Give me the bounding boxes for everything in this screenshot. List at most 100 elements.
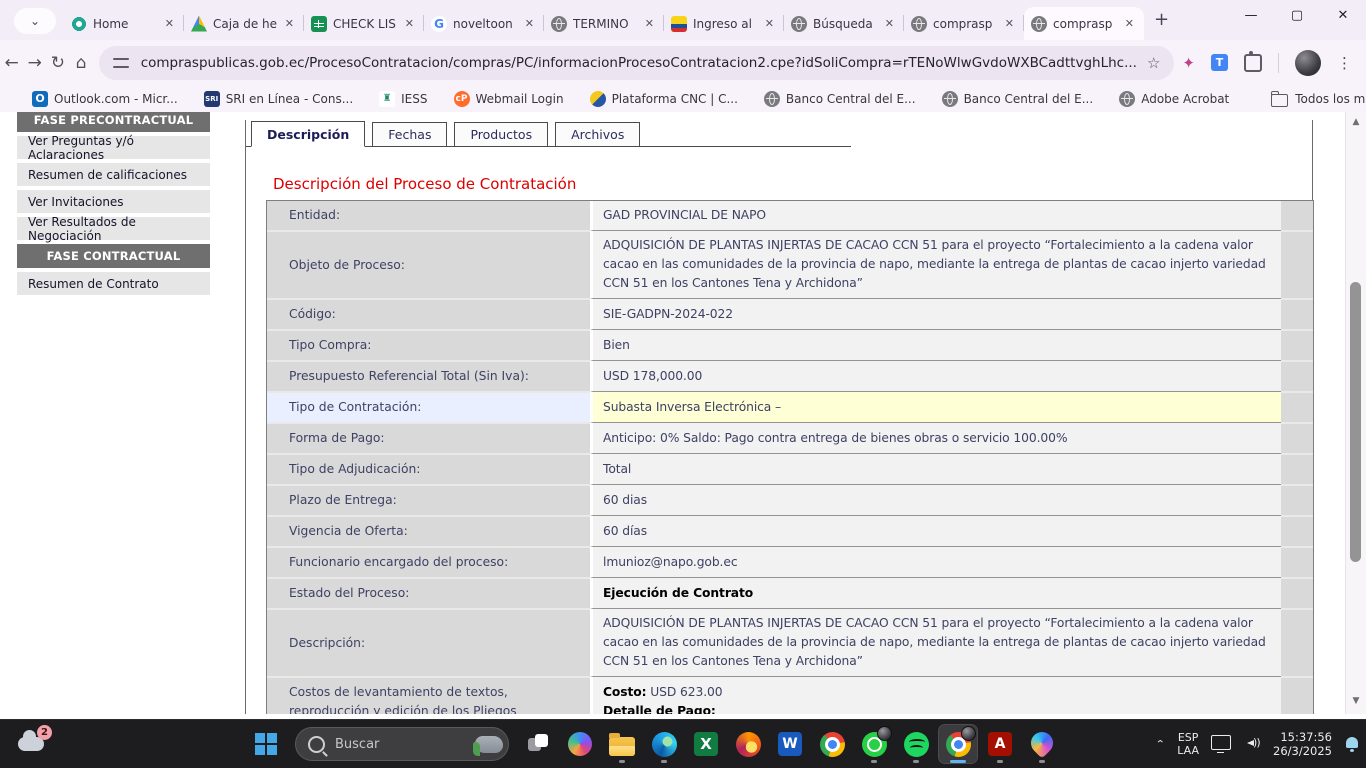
table-row: Tipo Compra:Bien [267,329,1313,360]
browser-tab[interactable]: Búsqueda✕ [784,7,904,40]
firefox-button[interactable] [729,725,767,763]
minimize-button[interactable]: — [1228,0,1274,30]
bookmark-item[interactable]: Outlook.com - Micr... [32,91,178,107]
all-bookmarks-button[interactable]: Todos los marcadores [1271,91,1366,107]
bookmark-item[interactable]: Plataforma CNC | C... [590,91,738,107]
bookmark-item[interactable]: Webmail Login [454,91,564,107]
row-gutter [1281,577,1313,608]
table-row: Presupuesto Referencial Total (Sin Iva):… [267,360,1313,391]
spotify-button[interactable] [897,725,935,763]
tab-descripción[interactable]: Descripción [251,121,365,147]
tray-chevron-up-icon[interactable]: ⌃ [1155,738,1165,749]
chrome-active-button[interactable] [939,725,977,763]
sidebar-item[interactable]: Resumen de calificaciones [17,163,210,186]
forward-icon[interactable]: → [23,53,46,73]
browser-tab[interactable]: Ingreso al✕ [664,7,784,40]
paint-flame-button[interactable] [1023,725,1061,763]
row-value: Anticipo: 0% Saldo: Pago contra entrega … [590,422,1281,453]
bookmark-item[interactable]: Banco Central del E... [942,91,1094,107]
copilot-button[interactable] [561,725,599,763]
drive-icon [191,16,207,32]
maximize-button[interactable]: ▢ [1274,0,1320,30]
browser-tab[interactable]: Home✕ [64,7,184,40]
extensions-icon[interactable] [1244,54,1262,72]
file-explorer-button[interactable] [603,725,641,763]
profile-avatar[interactable] [1295,50,1321,76]
content-panel: DescripciónFechasProductosArchivos Descr… [245,120,1313,714]
close-button[interactable]: ✕ [1320,0,1366,30]
acrobat-button[interactable]: A [981,725,1019,763]
menu-dots-icon[interactable]: ⋮ [1337,54,1352,72]
tab-archivos[interactable]: Archivos [555,122,640,147]
scroll-up-icon[interactable]: ▲ [1346,117,1366,127]
back-icon[interactable]: ← [0,53,23,73]
globe-icon [911,16,927,32]
chrome-button[interactable] [813,725,851,763]
bookmark-item[interactable]: IESS [379,91,427,107]
tab-close-icon[interactable]: ✕ [1002,16,1017,31]
whatsapp-button[interactable] [855,725,893,763]
tab-productos[interactable]: Productos [454,122,548,147]
row-gutter [1281,201,1313,230]
sidebar-item[interactable]: Ver Resultados de Negociación [17,217,210,240]
widgets-button[interactable]: 2 [16,729,52,759]
browser-tab[interactable]: TERMINO✕ [544,7,664,40]
tab-fechas[interactable]: Fechas [372,122,447,147]
sidebar-item[interactable]: Ver Preguntas y/ó Aclaraciones [17,136,210,159]
tab-close-icon[interactable]: ✕ [402,16,417,31]
tab-close-icon[interactable]: ✕ [882,16,897,31]
tab-close-icon[interactable]: ✕ [162,16,177,31]
browser-tab[interactable]: noveltoon✕ [424,7,544,40]
row-value: 60 días [590,515,1281,546]
taskbar-search[interactable]: Buscar [295,727,509,761]
row-gutter [1281,608,1313,676]
search-highlight-image[interactable] [471,732,503,756]
taskbar-clock[interactable]: 15:37:56 26/3/2025 [1273,730,1332,758]
bookmark-item[interactable]: Banco Central del E... [764,91,916,107]
language-indicator[interactable]: ESP LAA [1177,731,1199,757]
site-settings-icon[interactable] [113,57,129,69]
start-button[interactable] [247,725,285,763]
browser-tab[interactable]: CHECK LIS✕ [304,7,424,40]
sidebar-section-header: FASE PRECONTRACTUAL [17,112,210,132]
tab-close-icon[interactable]: ✕ [762,16,777,31]
tab-close-icon[interactable]: ✕ [282,16,297,31]
address-bar[interactable]: compraspublicas.gob.ec/ProcesoContrataci… [99,46,1175,80]
clock-date: 26/3/2025 [1273,744,1332,758]
tab-close-icon[interactable]: ✕ [642,16,657,31]
tab-close-icon[interactable]: ✕ [1122,16,1137,31]
browser-tab[interactable]: comprasp✕ [1024,7,1144,40]
excel-button[interactable]: X [687,725,725,763]
notification-bell-icon[interactable] [1344,736,1360,752]
new-tab-button[interactable]: + [1154,9,1169,30]
reload-icon[interactable]: ↻ [46,53,69,73]
sidebar-item[interactable]: Resumen de Contrato [17,272,210,295]
row-label: Entidad: [267,201,590,230]
home-icon[interactable]: ⌂ [70,53,93,73]
speaker-icon[interactable] [1243,736,1261,752]
toolbar-right: ✦ T ⋮ [1182,50,1366,76]
word-button[interactable]: W [771,725,809,763]
bookmark-item[interactable]: SRI en Línea - Cons... [204,91,353,107]
all-bookmarks-label: Todos los marcadores [1295,92,1366,106]
row-gutter [1281,329,1313,360]
browser-tab[interactable]: comprasp✕ [904,7,1024,40]
page-scrollbar[interactable]: ▲ ▼ [1345,112,1366,714]
task-view-button[interactable] [519,725,557,763]
tab-close-icon[interactable]: ✕ [522,16,537,31]
sidebar-item[interactable]: Ver Invitaciones [17,190,210,213]
excel-icon: X [694,732,718,756]
network-icon[interactable] [1211,735,1231,750]
assistant-icon[interactable]: ✦ [1182,54,1195,72]
tab-search-button[interactable]: ⌄ [14,8,56,34]
bookmark-item[interactable]: Adobe Acrobat [1119,91,1229,107]
scroll-down-icon[interactable]: ▼ [1346,696,1366,706]
row-gutter [1281,422,1313,453]
edge-button[interactable] [645,725,683,763]
url-text[interactable]: compraspublicas.gob.ec/ProcesoContrataci… [141,55,1137,71]
translate-icon[interactable]: T [1211,54,1228,71]
browser-tab[interactable]: Caja de he✕ [184,7,304,40]
webpage: FASE PRECONTRACTUAL Ver Preguntas y/ó Acl… [0,112,1366,714]
scrollbar-thumb[interactable] [1350,282,1361,562]
bookmark-star-icon[interactable]: ☆ [1147,54,1160,72]
